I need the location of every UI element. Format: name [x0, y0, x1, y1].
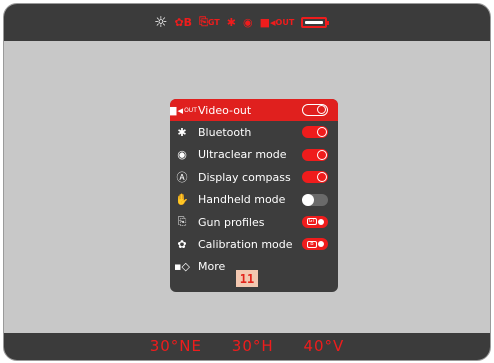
menu-item-label: Handheld mode — [198, 193, 286, 207]
ultraclear-toggle[interactable] — [302, 148, 328, 161]
menu-item-ultraclear[interactable]: ◉ Ultraclear mode — [170, 144, 338, 166]
gun-profile-tag: GT — [207, 17, 220, 27]
menu-item-label: Calibration mode — [198, 238, 293, 252]
more-icon: ▪◇ — [174, 260, 190, 274]
menu-item-gun-profiles[interactable]: ⎘ Gun profiles GT — [170, 211, 338, 233]
heading-readout: 30°NE — [149, 337, 202, 355]
bluetooth-icon: ✱ — [177, 126, 187, 140]
gun-profile-icon: ⎘ GT — [199, 15, 220, 28]
menu-item-calibration[interactable]: ✿ Calibration mode B — [170, 233, 338, 255]
calibration-tag: B — [307, 240, 317, 248]
menu-item-label: Gun profiles — [198, 215, 265, 229]
menu-item-bluetooth[interactable]: ✱ Bluetooth — [170, 121, 338, 143]
gun-profile-icon: ⎘ — [177, 215, 187, 229]
video-out-tag: OUT — [184, 106, 197, 114]
status-icons: ☼ ✿ B ⎘ GT ✱ ◉ ■◂ OUT — [154, 11, 330, 33]
vertical-tilt-readout: 40°V — [303, 337, 345, 355]
video-out-icon: ■◂OUT — [259, 15, 295, 29]
calibration-tag: B — [183, 15, 193, 29]
compass-icon: Ⓐ — [176, 171, 188, 185]
readout-bar: 30°NE 30°H 40°V — [4, 333, 490, 360]
gun-profile-tag: GT — [307, 218, 317, 226]
readouts: 30°NE 30°H 40°V — [4, 337, 490, 355]
bluetooth-toggle[interactable] — [302, 126, 328, 139]
menu-item-label: Display compass — [198, 170, 291, 184]
status-bar: ☼ ✿ B ⎘ GT ✱ ◉ ■◂ OUT — [4, 4, 490, 41]
video-out-tag: OUT — [275, 17, 295, 27]
calibration-icon: ✿ B — [174, 15, 193, 29]
gun-profile-pill[interactable]: GT — [302, 215, 328, 228]
menu-item-label: Bluetooth — [198, 126, 252, 140]
eye-icon: ◉ — [177, 148, 187, 162]
menu-item-label: Ultraclear mode — [198, 148, 287, 162]
calibration-icon: ✿ — [177, 238, 187, 252]
video-out-toggle[interactable] — [302, 104, 328, 116]
video-out-icon: ■◂OUT — [170, 103, 197, 117]
settings-menu: ■◂OUT Video-out ✱ Bluetooth ◉ Ultraclear… — [170, 99, 338, 292]
calibration-pill[interactable]: B — [302, 238, 328, 251]
callout-number: 11 — [236, 270, 258, 287]
handheld-toggle[interactable] — [302, 193, 328, 206]
hand-icon: ✋ — [175, 193, 189, 207]
menu-item-handheld[interactable]: ✋ Handheld mode — [170, 189, 338, 211]
brightness-icon: ☼ — [154, 13, 168, 31]
menu-item-label: Video-out — [198, 103, 252, 117]
display-compass-toggle[interactable] — [302, 171, 328, 184]
menu-item-display-compass[interactable]: Ⓐ Display compass — [170, 166, 338, 188]
ultraclear-icon: ◉ — [242, 15, 253, 29]
horizontal-tilt-readout: 30°H — [231, 337, 274, 355]
menu-item-label: More — [198, 260, 226, 274]
battery-icon — [301, 16, 330, 28]
bluetooth-icon: ✱ — [226, 15, 236, 29]
device-screen: ☼ ✿B ⎘GT ✱ ◉ ■◂OUT ■◂OUT Video-out ✱ Blu… — [3, 3, 491, 361]
menu-item-video-out[interactable]: ■◂OUT Video-out — [170, 99, 338, 122]
